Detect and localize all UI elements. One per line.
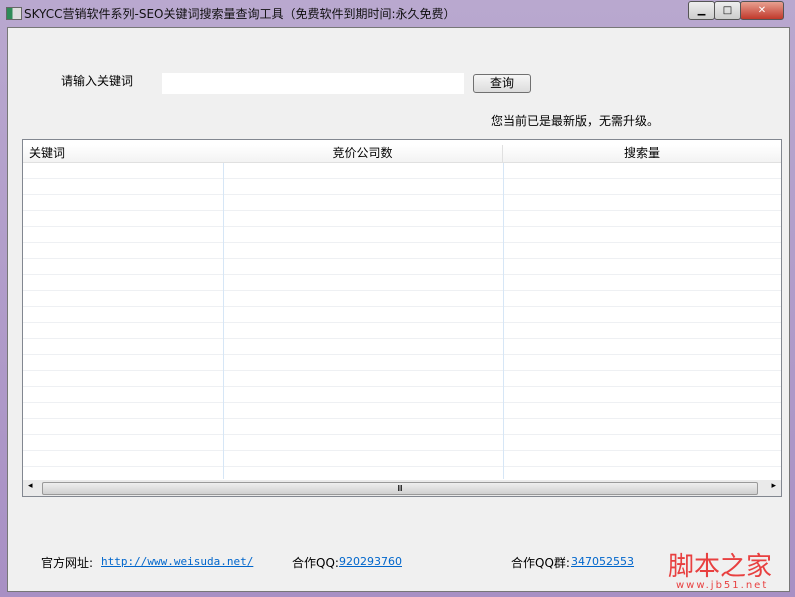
qq-group-label: 合作QQ群: xyxy=(511,556,570,570)
app-icon xyxy=(6,7,22,20)
search-button[interactable]: 查询 xyxy=(473,74,531,93)
site-link[interactable]: http://www.weisuda.net/ xyxy=(101,555,253,568)
keyword-input[interactable] xyxy=(162,73,464,94)
qq-link[interactable]: 920293760 xyxy=(339,555,402,568)
minimize-button[interactable]: ▁ xyxy=(688,1,715,20)
column-header-bid-companies[interactable]: 竞价公司数 xyxy=(223,145,503,163)
qq-label: 合作QQ: xyxy=(292,556,339,570)
watermark-logo: 脚本之家 xyxy=(668,552,773,582)
column-divider xyxy=(223,163,224,479)
scroll-right-icon[interactable]: ▸ xyxy=(771,481,776,491)
version-status: 您当前已是最新版，无需升级。 xyxy=(491,114,660,128)
app-window: SKYCC营销软件系列-SEO关键词搜索量查询工具（免费软件到期时间:永久免费）… xyxy=(0,0,795,597)
qq-group-link[interactable]: 347052553 xyxy=(571,555,634,568)
table-rows xyxy=(23,163,781,479)
maximize-button[interactable]: □ xyxy=(714,1,741,20)
results-table[interactable]: 关键词 竞价公司数 搜索量 ◂ Ⅲ ▸ xyxy=(22,139,782,497)
watermark-url: www.jb51.net xyxy=(676,580,769,591)
column-header-keyword[interactable]: 关键词 xyxy=(23,145,229,163)
keyword-label: 请输入关键词 xyxy=(61,74,134,88)
column-header-search-volume[interactable]: 搜索量 xyxy=(503,145,781,163)
column-divider xyxy=(503,163,504,479)
close-button[interactable]: ✕ xyxy=(740,1,784,20)
horizontal-scrollbar[interactable]: ◂ Ⅲ ▸ xyxy=(23,480,781,496)
scrollbar-thumb[interactable]: Ⅲ xyxy=(42,482,758,495)
client-area: 请输入关键词 查询 您当前已是最新版，无需升级。 关键词 竞价公司数 搜索量 ◂… xyxy=(7,27,790,592)
scroll-left-icon[interactable]: ◂ xyxy=(28,481,33,491)
site-label: 官方网址: xyxy=(41,556,94,570)
window-title: SKYCC营销软件系列-SEO关键词搜索量查询工具（免费软件到期时间:永久免费） xyxy=(24,7,456,21)
